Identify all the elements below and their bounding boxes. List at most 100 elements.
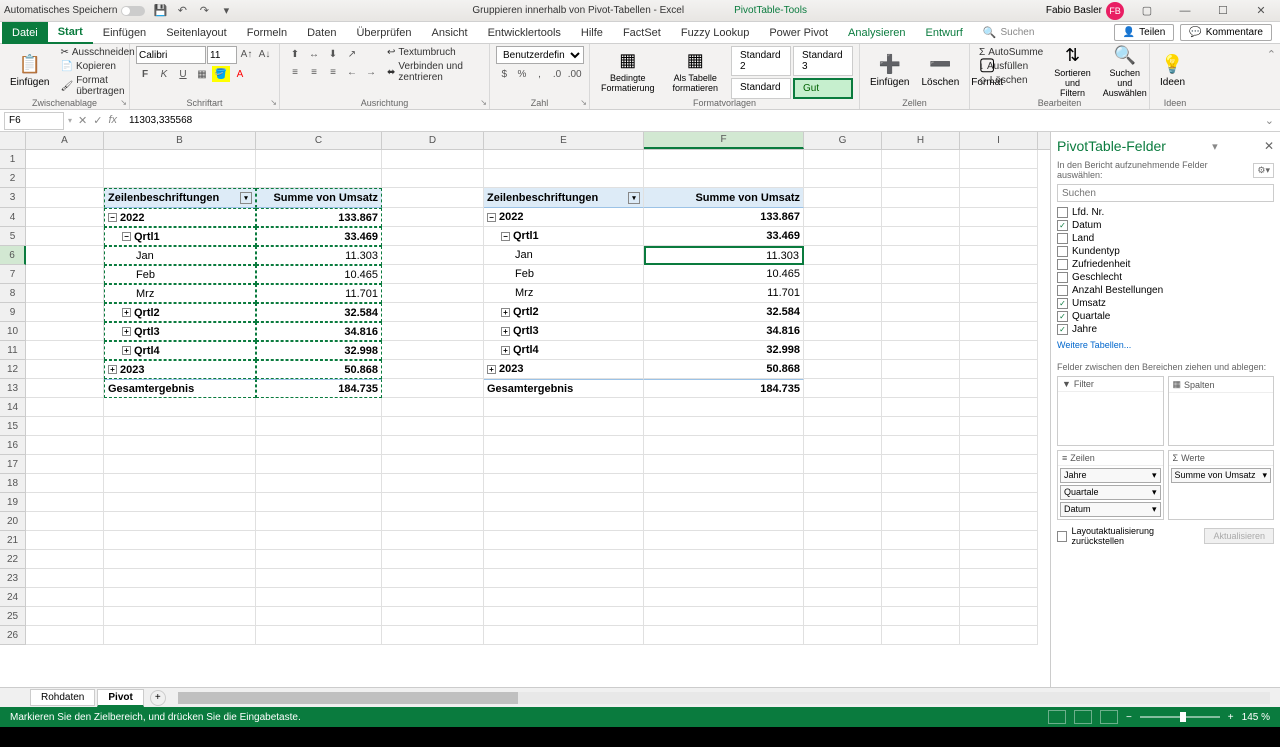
cell[interactable] [644,398,804,417]
indent-inc-icon[interactable]: → [362,64,380,80]
expand-collapse-icon[interactable]: + [501,327,510,336]
cell[interactable] [26,569,104,588]
user-account[interactable]: Fabio Basler FB [1046,2,1124,20]
tab-insert[interactable]: Einfügen [93,22,156,44]
redo-icon[interactable]: ↷ [197,4,211,18]
cell[interactable] [382,512,484,531]
row-header[interactable]: 15 [0,417,26,436]
cell[interactable] [26,474,104,493]
cell[interactable]: +Qrtl2 [104,303,256,322]
cell[interactable] [256,150,382,169]
tab-developer[interactable]: Entwicklertools [478,22,571,44]
cell[interactable] [26,322,104,341]
cell[interactable] [484,607,644,626]
cell[interactable] [484,417,644,436]
underline-button[interactable]: U [174,66,192,82]
field-checkbox[interactable]: ✓ [1057,324,1068,335]
cell[interactable] [256,436,382,455]
cell[interactable] [882,188,960,208]
dec-decimal-icon[interactable]: .00 [566,66,583,82]
undo-icon[interactable]: ↶ [175,4,189,18]
cell[interactable]: +2023 [484,360,644,379]
cancel-formula-icon[interactable]: ✕ [78,114,87,127]
cell[interactable] [882,474,960,493]
cell[interactable] [382,417,484,436]
cell[interactable] [804,512,882,531]
row-header[interactable]: 7 [0,265,26,284]
cell[interactable] [804,284,882,303]
save-icon[interactable]: 💾 [153,4,167,18]
name-box[interactable]: F6 [4,112,64,130]
row-header[interactable]: 9 [0,303,26,322]
merge-button[interactable]: ⬌ Verbinden und zentrieren [384,60,483,84]
cell[interactable] [882,607,960,626]
cell[interactable] [804,436,882,455]
cell[interactable] [484,569,644,588]
inc-decimal-icon[interactable]: .0 [549,66,566,82]
cell[interactable] [644,474,804,493]
cell[interactable] [882,379,960,398]
currency-icon[interactable]: $ [496,66,513,82]
cell[interactable]: +Qrtl3 [104,322,256,341]
cell[interactable] [882,341,960,360]
cell[interactable] [960,322,1038,341]
cell[interactable] [804,417,882,436]
search-label[interactable]: Suchen [1001,27,1035,38]
cell[interactable] [804,265,882,284]
cell[interactable]: Feb [104,265,256,284]
tab-file[interactable]: Datei [2,22,48,44]
cell[interactable] [960,360,1038,379]
cell[interactable] [256,531,382,550]
cell[interactable] [26,265,104,284]
row-header[interactable]: 26 [0,626,26,645]
col-header-f[interactable]: F [644,132,804,149]
rows-item-quartale[interactable]: Quartale▾ [1060,485,1161,500]
update-button[interactable]: Aktualisieren [1204,528,1274,544]
enter-formula-icon[interactable]: ✓ [93,114,102,127]
cell[interactable] [804,246,882,265]
find-select-button[interactable]: 🔍Suchen und Auswählen [1099,46,1151,96]
cell[interactable] [26,512,104,531]
wrap-text-button[interactable]: ↩ Textumbruch [384,46,483,59]
select-all-corner[interactable] [0,132,26,149]
cell[interactable] [104,474,256,493]
cell[interactable] [804,208,882,227]
cell[interactable]: 34.816 [256,322,382,341]
cell[interactable] [382,246,484,265]
cell[interactable]: 133.867 [256,208,382,227]
cell[interactable]: +Qrtl3 [484,322,644,341]
cell[interactable] [104,531,256,550]
cell[interactable]: −2022 [484,208,644,227]
cell[interactable] [960,246,1038,265]
cell[interactable] [104,150,256,169]
cell[interactable] [484,550,644,569]
cell[interactable] [26,588,104,607]
cell[interactable] [804,227,882,246]
values-area[interactable]: ΣWerte Summe von Umsatz▾ [1168,450,1275,520]
number-format-select[interactable]: Benutzerdefiniert [496,46,584,64]
cell[interactable] [484,150,644,169]
col-header-d[interactable]: D [382,132,484,149]
cell[interactable] [804,493,882,512]
expand-collapse-icon[interactable]: + [108,365,117,374]
cell[interactable]: Summe von Umsatz [256,188,382,208]
cell[interactable] [104,607,256,626]
cell[interactable] [960,398,1038,417]
cell[interactable] [644,531,804,550]
cell[interactable] [882,626,960,645]
cell[interactable] [382,227,484,246]
cell[interactable] [382,588,484,607]
field-item[interactable]: ✓Jahre [1057,323,1274,336]
rows-item-datum[interactable]: Datum▾ [1060,502,1161,517]
tab-formulas[interactable]: Formeln [237,22,297,44]
cell[interactable]: +Qrtl4 [484,341,644,360]
collapse-ribbon-icon[interactable]: ⌃ [1263,44,1280,109]
add-sheet-button[interactable]: + [150,690,166,706]
cell[interactable] [804,455,882,474]
field-checkbox[interactable] [1057,207,1068,218]
cell[interactable] [882,398,960,417]
filter-dropdown-icon[interactable]: ▾ [628,192,640,204]
cell[interactable] [104,569,256,588]
row-header[interactable]: 8 [0,284,26,303]
copy-button[interactable]: 📄 Kopieren [57,60,137,73]
